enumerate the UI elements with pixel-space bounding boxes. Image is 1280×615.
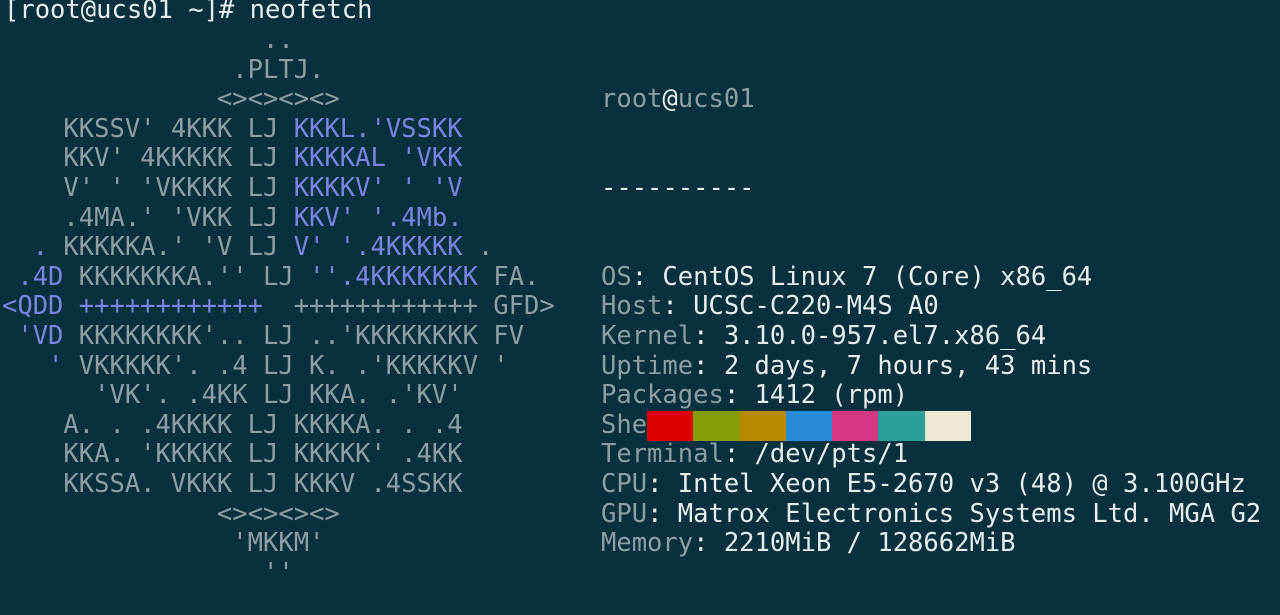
logo-segment: KKSSA. VKKK LJ KKKV .4SSKK bbox=[2, 468, 463, 499]
logo-line: . KKKKKA.' 'V LJ V' '.4KKKKK . bbox=[2, 232, 555, 263]
logo-segment: 'VK'. .4KK LJ KKA. .'KV' bbox=[2, 380, 463, 411]
logo-segment: <><><><> bbox=[2, 498, 340, 529]
logo-segment: V' ' 'VKKKK LJ bbox=[2, 172, 294, 203]
info-value: : /dev/pts/1 bbox=[723, 439, 909, 470]
info-value: : 3.10.0-957.el7.x86_64 bbox=[693, 320, 1047, 351]
logo-segment: ' bbox=[2, 350, 79, 381]
info-key: Kernel bbox=[601, 320, 694, 351]
logo-line: 'VD KKKKKKKK'.. LJ ..'KKKKKKKK FV bbox=[2, 320, 555, 352]
logo-segment: ++++++++++++ GFD> bbox=[293, 291, 555, 322]
logo-line: <><><><> bbox=[2, 498, 555, 530]
info-key: GPU bbox=[601, 498, 648, 529]
logo-segment: FA. bbox=[493, 261, 540, 292]
info-row-gpu: GPU: Matrox Electronics Systems Ltd. MGA… bbox=[601, 498, 1262, 530]
info-key: CPU bbox=[601, 468, 648, 499]
logo-line: <QDD ++++++++++++ ++++++++++++ GFD> bbox=[2, 292, 555, 322]
color-swatch bbox=[924, 411, 972, 441]
logo-segment: <><><><> bbox=[2, 84, 340, 115]
info-key: Terminal bbox=[601, 439, 724, 470]
logo-segment: KKKL.'VSSKK bbox=[293, 113, 463, 144]
logo-segment: 'MKKM' bbox=[2, 528, 325, 559]
logo-segment: KKKKV' ' 'V bbox=[293, 172, 463, 203]
info-value: : 1412 (rpm) bbox=[723, 380, 909, 411]
logo-line: KKV' 4KKKKK LJ KKKKAL 'VKK bbox=[2, 144, 555, 174]
info-at: @ bbox=[662, 84, 678, 115]
info-separator: ---------- bbox=[601, 172, 755, 203]
logo-line: KKSSV' 4KKK LJ KKKL.'VSSKK bbox=[2, 113, 555, 145]
info-value: : 2 days, 7 hours, 43 mins bbox=[693, 350, 1093, 381]
logo-segment: 'VD bbox=[2, 320, 79, 351]
logo-line: 'MKKM' bbox=[2, 528, 555, 559]
color-swatch bbox=[647, 411, 694, 441]
command-text: neofetch bbox=[249, 0, 373, 25]
info-row-host: Host: UCSC-C220-M4S A0 bbox=[601, 292, 1261, 322]
info-value: : Matrox Electronics Systems Ltd. MGA G2 bbox=[647, 498, 1262, 529]
logo-segment: ''.4KKKKKKK bbox=[309, 261, 494, 292]
logo-line: 'VK'. .4KK LJ KKA. .'KV' bbox=[2, 380, 555, 411]
logo-segment: <QDD ++++++++++++ bbox=[2, 291, 294, 322]
info-key: OS bbox=[601, 261, 632, 292]
info-host: ucs01 bbox=[677, 84, 755, 115]
logo-line: .4MA.' 'VKK LJ KKV' '.4Mb. bbox=[2, 202, 555, 234]
logo-segment: KKKKKKKA.'' LJ bbox=[78, 261, 310, 292]
info-row-kernel: Kernel: 3.10.0-957.el7.x86_64 bbox=[601, 320, 1261, 352]
info-row-os: OS: CentOS Linux 7 (Core) x86_64 bbox=[601, 261, 1261, 293]
info-value: : UCSC-C220-M4S A0 bbox=[662, 291, 939, 322]
ascii-logo: .. .PLTJ. <><><><> KKSSV' 4KKK LJ KKKL.'… bbox=[2, 25, 555, 589]
logo-segment: .4MA.' 'VKK LJ bbox=[2, 202, 294, 233]
logo-line: A. . .4KKKK LJ KKKKA. . .4 bbox=[2, 409, 555, 441]
logo-segment: . bbox=[477, 232, 494, 263]
info-value: : 2210MiB / 128662MiB bbox=[693, 528, 1016, 559]
color-swatch bbox=[878, 411, 925, 441]
logo-line: KKA. 'KKKKK LJ KKKKK' .4KK bbox=[2, 440, 555, 470]
info-row-packages: Packages: 1412 (rpm) bbox=[601, 380, 1261, 411]
info-row-memory: Memory: 2210MiB / 128662MiB bbox=[601, 528, 1261, 559]
info-key: Uptime bbox=[601, 350, 694, 381]
info-key: Packages bbox=[601, 380, 724, 411]
info-value: : Intel Xeon E5-2670 v3 (48) @ 3.100GHz bbox=[647, 468, 1246, 499]
logo-segment: .. bbox=[2, 25, 294, 55]
logo-segment: KKKKKA.' 'V LJ bbox=[63, 232, 294, 263]
logo-segment: KKKKAL 'VKK bbox=[293, 143, 463, 174]
color-swatch bbox=[693, 411, 740, 441]
shell-prompt: [root@ucs01 ~]# bbox=[4, 0, 250, 25]
system-info: root@ucs01 ---------- OS: CentOS Linux 7… bbox=[601, 26, 1261, 588]
info-row-uptime: Uptime: 2 days, 7 hours, 43 mins bbox=[601, 350, 1261, 382]
logo-line: .PLTJ. bbox=[2, 54, 555, 86]
logo-segment: KKV' '.4Mb. bbox=[293, 202, 463, 233]
logo-line: V' ' 'VKKKK LJ KKKKV' ' 'V bbox=[2, 172, 555, 204]
logo-line: .. bbox=[2, 25, 555, 56]
logo-line: '' bbox=[2, 557, 555, 589]
logo-segment: VKKKKK'. .4 LJ K. .'KKKKKV ' bbox=[78, 350, 509, 381]
color-swatch bbox=[832, 411, 879, 441]
color-palette bbox=[647, 411, 972, 441]
logo-segment: KKV' 4KKKKK LJ bbox=[2, 143, 294, 174]
color-swatch bbox=[785, 411, 833, 441]
info-row-terminal: Terminal: /dev/pts/1 bbox=[601, 440, 1261, 470]
logo-line: ' VKKKKK'. .4 LJ K. .'KKKKKV ' bbox=[2, 350, 555, 382]
logo-segment: '' bbox=[2, 557, 294, 588]
user-host-title: root@ucs01 bbox=[601, 84, 1261, 115]
logo-segment: KKSSV' 4KKK LJ bbox=[2, 113, 294, 144]
color-swatch bbox=[739, 411, 786, 441]
info-key: Memory bbox=[601, 528, 694, 559]
logo-line: KKSSA. VKKK LJ KKKV .4SSKK bbox=[2, 468, 555, 500]
logo-segment: V' '.4KKKKK bbox=[293, 232, 478, 263]
logo-line: <><><><> bbox=[2, 84, 555, 115]
logo-segment: KKA. 'KKKKK LJ KKKKK' .4KK bbox=[2, 439, 463, 470]
logo-segment: .PLTJ. bbox=[2, 54, 325, 85]
logo-segment: A. . .4KKKK LJ KKKKA. . .4 bbox=[2, 409, 463, 440]
info-key: Host bbox=[601, 291, 663, 322]
info-user: root bbox=[601, 84, 663, 115]
terminal-prompt-line: [root@ucs01 ~]# neofetch bbox=[4, 0, 372, 26]
info-value: : CentOS Linux 7 (Core) x86_64 bbox=[631, 261, 1093, 292]
logo-segment: .4D bbox=[2, 261, 79, 292]
logo-line: .4D KKKKKKKA.'' LJ ''.4KKKKKKK FA. bbox=[2, 261, 555, 293]
logo-segment: . bbox=[2, 232, 64, 263]
logo-segment: KKKKKKKK'.. LJ ..'KKKKKKKK FV bbox=[78, 320, 524, 351]
info-row-cpu: CPU: Intel Xeon E5-2670 v3 (48) @ 3.100G… bbox=[601, 468, 1261, 500]
